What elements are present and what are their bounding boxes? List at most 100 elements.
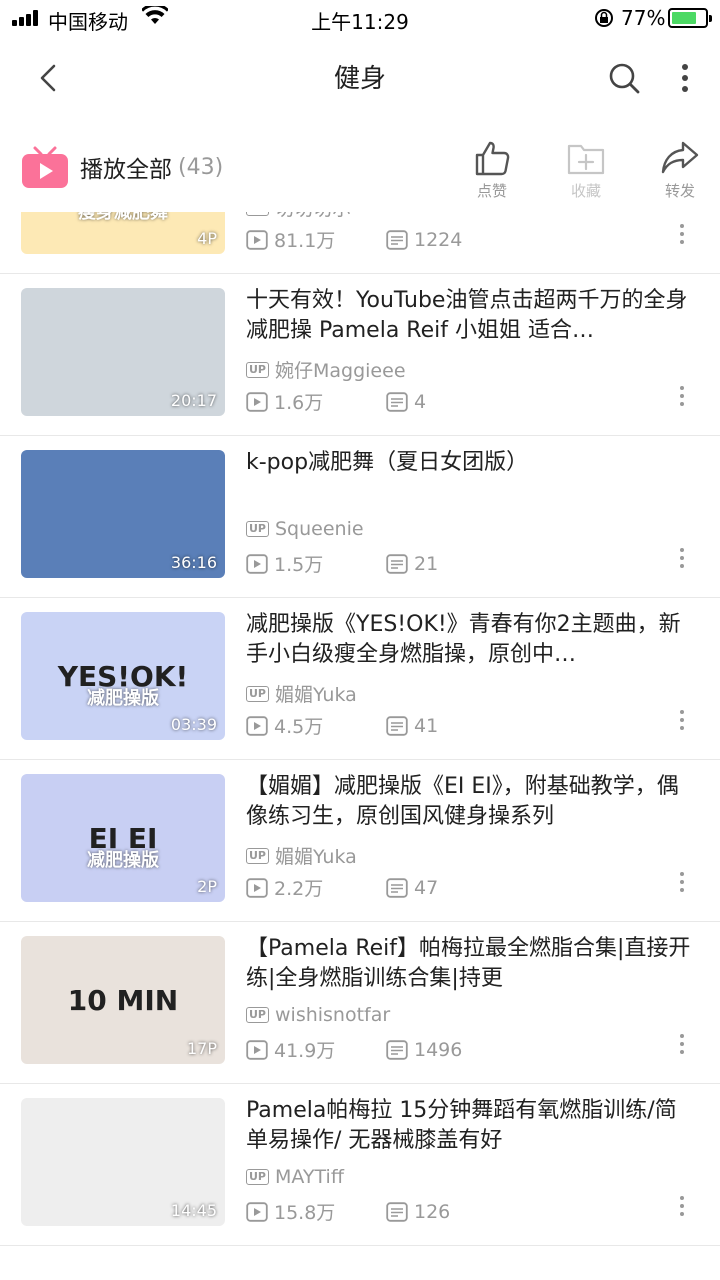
comment-count: 126 — [386, 1201, 450, 1223]
uploader-name: MAYTiff — [275, 1166, 344, 1188]
view-count: 81.1万 — [246, 226, 386, 253]
uploader-row[interactable]: UP 婉仔Maggieee — [246, 356, 406, 383]
video-thumbnail[interactable]: 20:17 — [21, 288, 225, 416]
danmaku-icon — [386, 229, 408, 250]
list-item[interactable]: 20:17 十天有效！YouTube油管点击超两千万的全身减肥操 Pamela R… — [0, 274, 720, 436]
comment-count: 21 — [386, 553, 438, 575]
favorite-label: 收藏 — [570, 182, 601, 200]
view-count: 4.5万 — [246, 712, 386, 739]
video-title[interactable]: 减肥操版《YES!OK!》青春有你2主题曲，新手小白级瘦全身燃脂操，原创中… — [246, 610, 698, 670]
view-count-text: 1.5万 — [274, 554, 324, 576]
share-icon — [661, 141, 699, 174]
comment-count: 47 — [386, 877, 438, 899]
play-count-icon — [246, 1201, 268, 1222]
play-count-icon — [246, 877, 268, 898]
list-item[interactable]: 14:45 Pamela帕梅拉 15分钟舞蹈有氧燃脂训练/简单易操作/ 无器械膝盖… — [0, 1084, 720, 1246]
comment-count-text: 1496 — [414, 1038, 463, 1061]
item-more-icon[interactable] — [674, 1034, 690, 1064]
stats-row: 41.9万 1496 — [246, 1036, 462, 1063]
video-thumbnail[interactable]: 超好玩!瘦身减肥舞4P — [21, 212, 225, 254]
like-button[interactable]: 点赞 — [462, 140, 522, 201]
video-title[interactable]: 【媚媚】减肥操版《EI EI》，附基础教学，偶像练习生，原创国风健身操系列 — [246, 772, 698, 832]
danmaku-icon — [386, 553, 408, 574]
video-duration: 20:17 — [170, 391, 217, 410]
uploader-row[interactable]: UP MAYTiff — [246, 1166, 344, 1188]
video-thumbnail[interactable]: 10 MIN 17P — [21, 936, 225, 1064]
uploader-row[interactable]: UP 切切切尔 — [246, 212, 351, 221]
list-item[interactable]: YES!OK! 减肥操版 03:39 减肥操版《YES!OK!》青春有你2主题曲，新手… — [0, 598, 720, 760]
comment-count: 4 — [386, 391, 426, 413]
video-thumbnail[interactable]: EI EI 减肥操版 2P — [21, 774, 225, 902]
video-thumbnail[interactable]: 36:16 — [21, 450, 225, 578]
up-badge-icon: UP — [246, 1169, 269, 1185]
item-more-icon[interactable] — [674, 710, 690, 740]
item-more-icon[interactable] — [674, 548, 690, 578]
uploader-name: 切切切尔 — [275, 212, 351, 221]
view-count-text: 2.2万 — [274, 878, 324, 900]
uploader-name: wishisnotfar — [275, 1004, 391, 1026]
like-label: 点赞 — [476, 182, 507, 200]
up-badge-icon: UP — [246, 1007, 269, 1023]
nav-bar: 健身 — [0, 40, 720, 116]
play-count-icon — [246, 1039, 268, 1060]
thumbnail-text: 10 MIN — [67, 983, 179, 1017]
list-item[interactable]: 36:16 k-pop减肥舞（夏日女团版） UP Squeenie 1.5万 21 — [0, 436, 720, 598]
comment-count-text: 47 — [414, 876, 439, 899]
stats-row: 1.5万 21 — [246, 550, 438, 577]
video-thumbnail[interactable]: 14:45 — [21, 1098, 225, 1226]
video-duration: 36:16 — [170, 553, 217, 572]
list-item[interactable]: EI EI 减肥操版 2P 【媚媚】减肥操版《EI EI》，附基础教学，偶像练习生，原… — [0, 760, 720, 922]
uploader-name: 媚媚Yuka — [275, 684, 357, 706]
comment-count-text: 126 — [414, 1200, 451, 1223]
video-duration: 4P — [197, 229, 217, 248]
play-count-icon — [246, 553, 268, 574]
battery-percent: 77% — [621, 6, 666, 30]
video-duration: 17P — [186, 1039, 217, 1058]
comment-count-text: 21 — [414, 552, 439, 575]
comment-count-text: 41 — [414, 714, 439, 737]
danmaku-icon — [386, 1039, 408, 1060]
uploader-name: 婉仔Maggieee — [275, 360, 406, 382]
play-count-icon — [246, 715, 268, 736]
thumbnail-subtext: 减肥操版 — [87, 688, 159, 709]
play-count-icon — [246, 229, 268, 250]
item-more-icon[interactable] — [674, 872, 690, 902]
stats-row: 2.2万 47 — [246, 874, 438, 901]
video-duration: 2P — [197, 877, 217, 896]
uploader-row[interactable]: UP 媚媚Yuka — [246, 680, 357, 707]
video-title[interactable]: Pamela帕梅拉 15分钟舞蹈有氧燃脂训练/简单易操作/ 无器械膝盖有好 — [246, 1096, 698, 1156]
uploader-row[interactable]: UP wishisnotfar — [246, 1004, 390, 1026]
video-count: (43) — [178, 154, 224, 180]
share-button[interactable]: 转发 — [650, 140, 710, 201]
uploader-row[interactable]: UP 媚媚Yuka — [246, 842, 357, 869]
item-more-icon[interactable] — [674, 386, 690, 416]
play-count-icon — [246, 391, 268, 412]
thumbnail-subtext: 瘦身减肥舞 — [78, 212, 168, 223]
video-title[interactable]: 十天有效！YouTube油管点击超两千万的全身减肥操 Pamela Reif 小… — [246, 286, 698, 346]
video-thumbnail[interactable]: YES!OK! 减肥操版 03:39 — [21, 612, 225, 740]
view-count: 1.5万 — [246, 550, 386, 577]
play-all-label: 播放全部 — [80, 157, 172, 183]
video-list[interactable]: 超好玩!瘦身减肥舞4PUP切切切尔81.1万122420:17十天有效！YouT… — [0, 212, 720, 1280]
search-icon[interactable] — [604, 58, 644, 98]
item-more-icon[interactable] — [674, 224, 690, 254]
stats-row: 1.6万 4 — [246, 388, 426, 415]
video-title[interactable]: 【Pamela Reif】帕梅拉最全燃脂合集|直接开练|全身燃脂训练合集|持更 — [246, 934, 698, 994]
view-count: 41.9万 — [246, 1036, 386, 1063]
stats-row: 15.8万 126 — [246, 1198, 450, 1225]
item-more-icon[interactable] — [674, 1196, 690, 1226]
list-item[interactable]: 10 MIN 17P 【Pamela Reif】帕梅拉最全燃脂合集|直接开练|全身燃… — [0, 922, 720, 1084]
play-all-button[interactable]: 播放全部 (43) — [20, 142, 223, 192]
list-item[interactable]: 超好玩!瘦身减肥舞4PUP切切切尔81.1万1224 — [0, 212, 720, 274]
view-count-text: 41.9万 — [274, 1040, 336, 1062]
comment-count: 1224 — [386, 229, 462, 251]
uploader-name: 媚媚Yuka — [275, 846, 357, 868]
view-count-text: 15.8万 — [274, 1202, 336, 1224]
favorite-button[interactable]: 收藏 — [556, 140, 616, 201]
comment-count: 41 — [386, 715, 438, 737]
more-options-icon[interactable] — [670, 62, 700, 102]
battery-icon — [668, 8, 712, 28]
uploader-row[interactable]: UP Squeenie — [246, 518, 364, 540]
up-badge-icon: UP — [246, 361, 269, 378]
video-title[interactable]: k-pop减肥舞（夏日女团版） — [246, 448, 698, 478]
